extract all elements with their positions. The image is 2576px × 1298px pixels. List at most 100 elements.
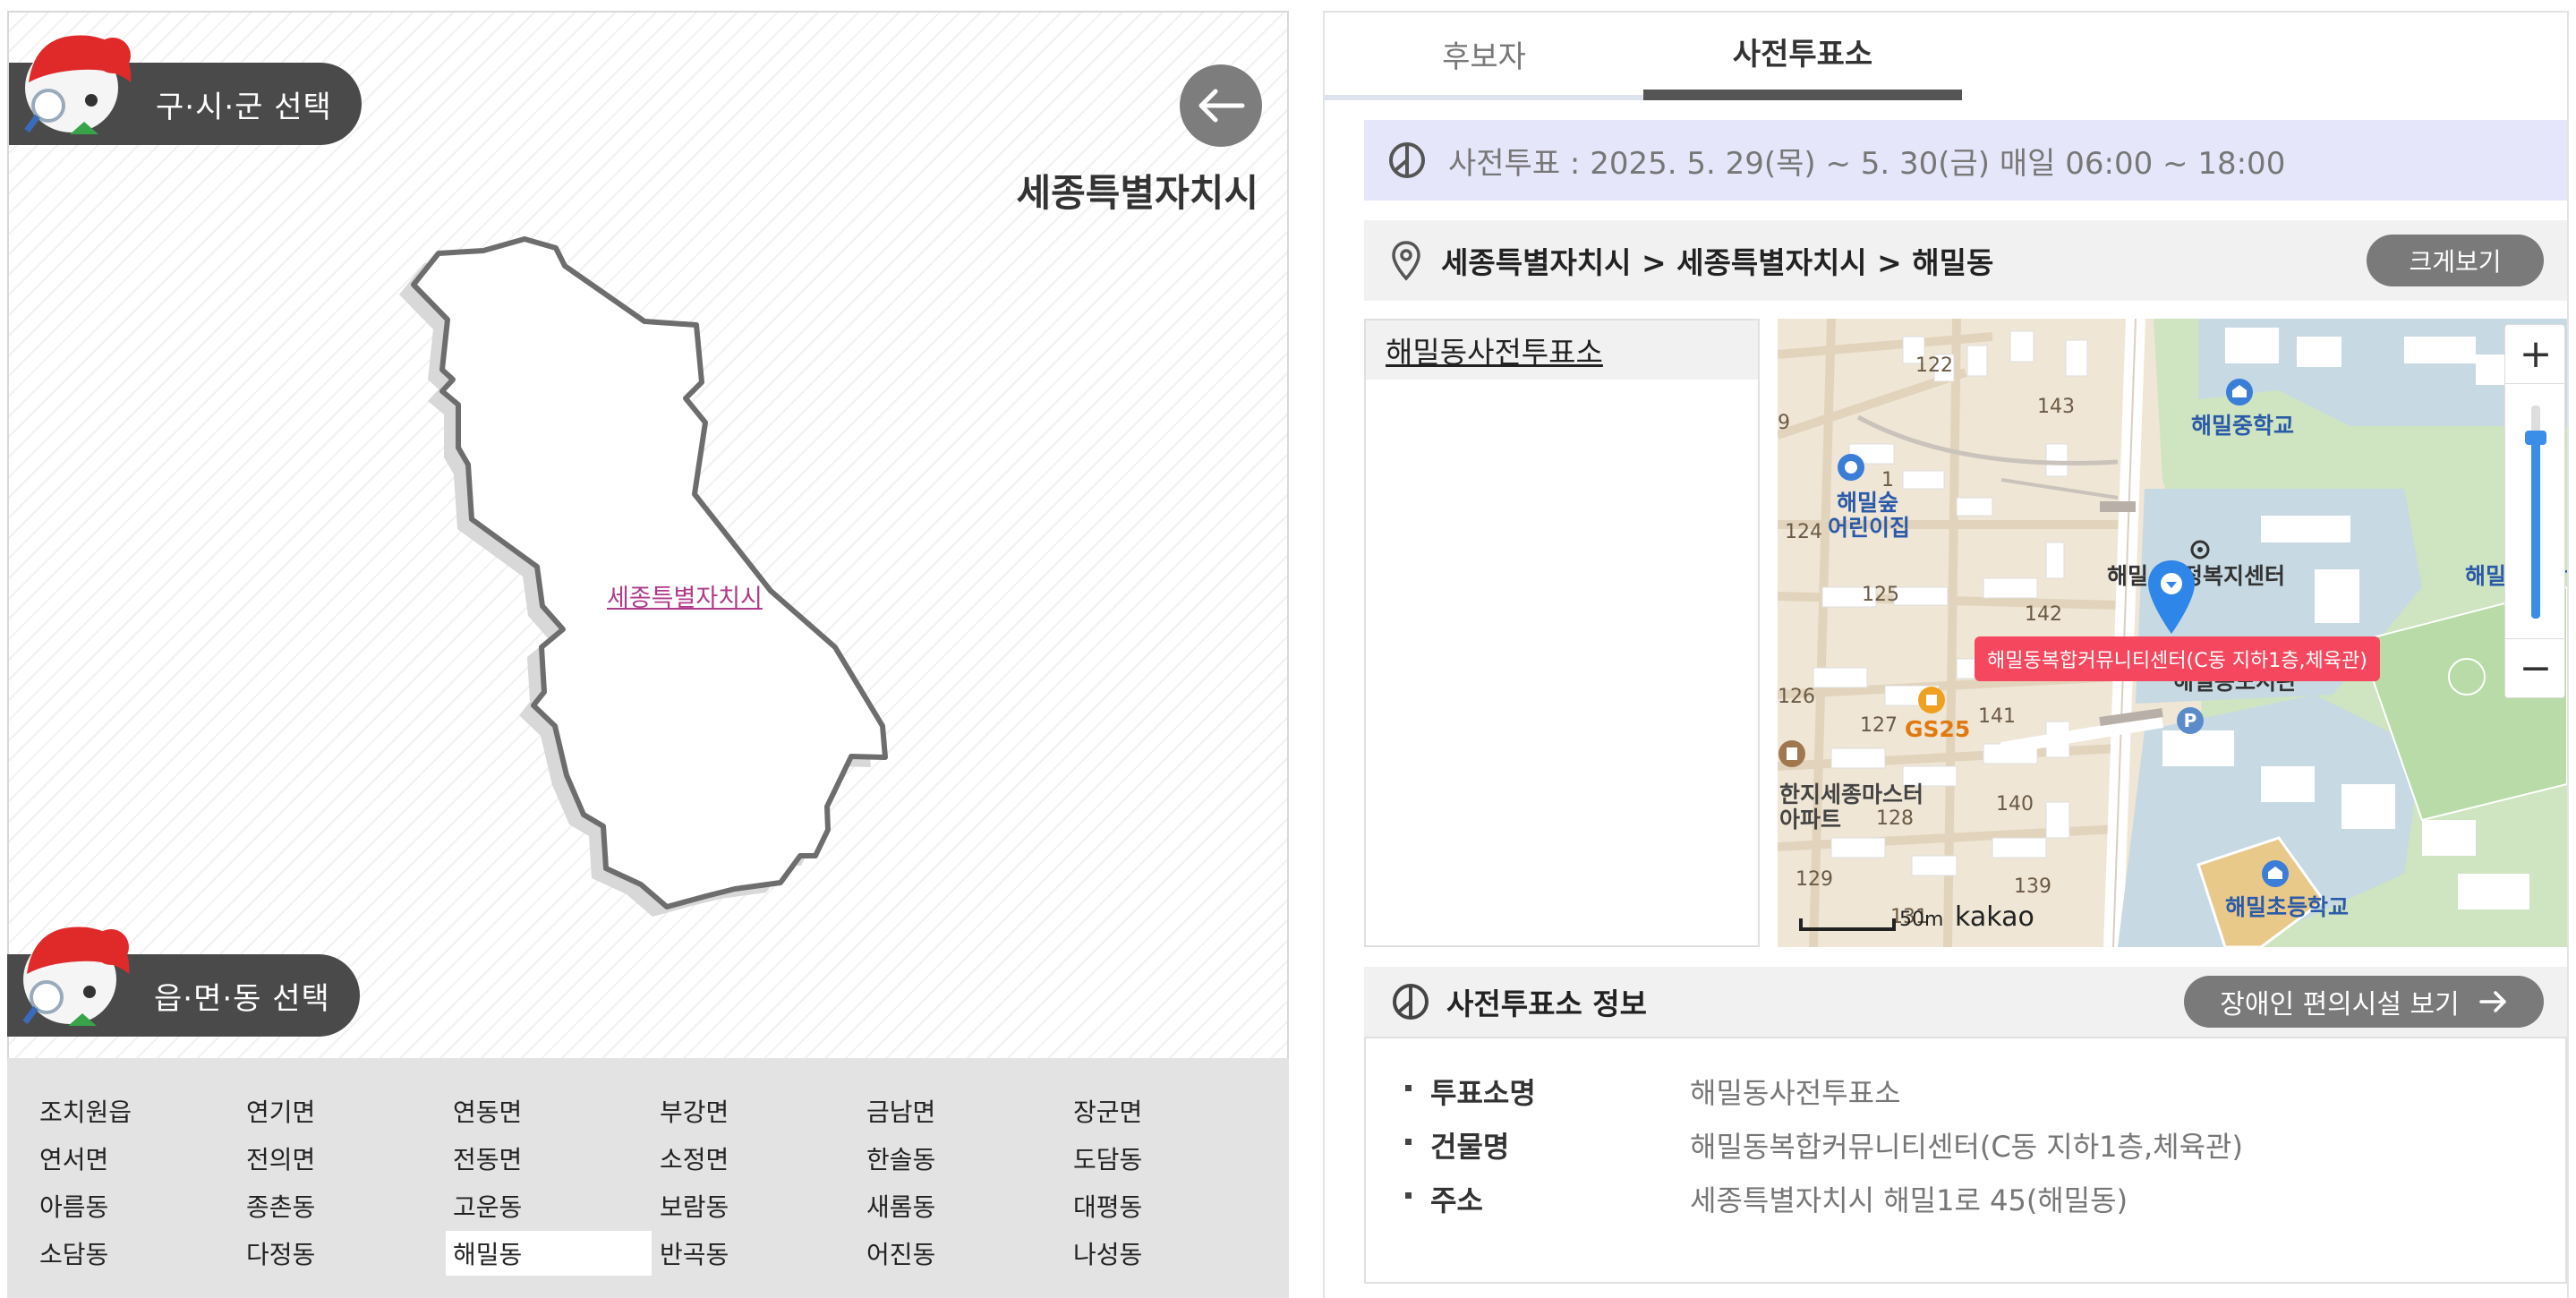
dong-item[interactable]: 해밀동 xyxy=(446,1231,652,1276)
dong-item[interactable]: 소정면 xyxy=(653,1136,858,1181)
map-pin-label[interactable]: 해밀동복합커뮤니티센터(C동 지하1층,체육관) xyxy=(1975,636,2380,681)
location-breadcrumb: 세종특별자치시 > 세종특별자치시 > 해밀동 xyxy=(1441,245,1994,280)
dong-item[interactable]: 아름동 xyxy=(32,1183,238,1228)
accessibility-button-label: 장애인 편의시설 보기 xyxy=(2220,989,2460,1020)
dong-item[interactable]: 나성동 xyxy=(1066,1231,1272,1276)
location-pin-icon xyxy=(1392,241,1420,281)
region-title: 세종특별자치시 xyxy=(1016,171,1258,215)
vote-mark-icon xyxy=(1393,984,1429,1020)
building-number: 127 xyxy=(1860,714,1898,737)
info-key: 주소 xyxy=(1430,1183,1483,1217)
bullet xyxy=(1405,1192,1412,1199)
dong-item[interactable]: 조치원읍 xyxy=(32,1089,238,1133)
public-office-icon xyxy=(2190,540,2210,559)
dong-item[interactable]: 전동면 xyxy=(446,1136,652,1181)
info-key: 건물명 xyxy=(1430,1130,1510,1164)
arrow-right-icon xyxy=(2478,991,2506,1012)
gu-select-label: 구·시·군 선택 xyxy=(156,89,332,125)
dong-item[interactable]: 소담동 xyxy=(32,1231,238,1276)
map-provider-logo: kakao xyxy=(1955,901,2034,933)
zoom-slider-handle[interactable] xyxy=(2525,431,2546,445)
station-info-table: 투표소명 해밀동사전투표소 건물명 해밀동복합커뮤니티센터(C동 지하1층,체육… xyxy=(1364,1037,2567,1284)
building-number: 129 xyxy=(1796,868,1833,891)
building-number: 122 xyxy=(1915,354,1953,377)
mascot-icon xyxy=(24,35,132,134)
daycare-icon xyxy=(1838,454,1864,481)
scale-bar xyxy=(1799,918,1896,931)
building-number: 128 xyxy=(1876,807,1914,830)
dong-item[interactable]: 연동면 xyxy=(446,1089,652,1133)
mascot-icon xyxy=(22,927,130,1026)
dong-item[interactable]: 한솔동 xyxy=(859,1136,1065,1181)
region-selector-panel: 세종특별자치시 구·시·군 선택 세종특별자치시 읍·면·동 선택 조치원읍 연… xyxy=(7,11,1289,1298)
building-number: 143 xyxy=(2037,396,2075,418)
zoom-in-button[interactable]: + xyxy=(2505,325,2566,384)
dong-item[interactable]: 연서면 xyxy=(32,1136,238,1181)
info-row: 건물명 해밀동복합커뮤니티센터(C동 지하1층,체육관) xyxy=(1366,1119,2565,1173)
kakao-map[interactable]: P 해밀중학교 해밀숲 어린이집 해밀 정복지센터 해밀고등학 해밀동도서관 G… xyxy=(1778,319,2567,947)
info-row: 주소 세종특별자치시 해밀1로 45(해밀동) xyxy=(1366,1173,2565,1226)
bullet xyxy=(1405,1085,1412,1091)
arrow-left-icon xyxy=(1198,89,1245,123)
map-label-daycare-2: 어린이집 xyxy=(1828,515,1911,541)
building-number: 126 xyxy=(1778,686,1815,708)
dong-select-label: 읍·면·동 선택 xyxy=(154,980,330,1017)
zoom-slider-fill xyxy=(2531,433,2540,619)
dong-item[interactable]: 보람동 xyxy=(653,1183,858,1228)
station-info-title: 사전투표소 정보 xyxy=(1446,986,1648,1021)
station-list-item[interactable]: 해밀동사전투표소 xyxy=(1366,320,1758,380)
map-label-gs25: GS25 xyxy=(1905,716,1971,742)
dong-item[interactable]: 새롬동 xyxy=(859,1183,1065,1228)
building-number: 125 xyxy=(1862,584,1899,606)
school-icon xyxy=(2226,379,2253,406)
dong-item[interactable]: 고운동 xyxy=(446,1183,652,1228)
dong-item[interactable]: 연기면 xyxy=(239,1089,445,1133)
back-button[interactable] xyxy=(1180,64,1262,147)
map-label-welfare-rest: 정복지센터 xyxy=(2182,563,2286,589)
dong-item[interactable]: 부강면 xyxy=(653,1089,858,1133)
tab-early-voting[interactable]: 사전투표소 xyxy=(1643,13,1962,100)
dong-item[interactable]: 금남면 xyxy=(859,1089,1065,1133)
dong-item[interactable]: 대평동 xyxy=(1066,1183,1272,1228)
scale-label: 50m xyxy=(1899,909,1944,931)
building-number: 139 xyxy=(2014,875,2051,898)
info-value: 해밀동사전투표소 xyxy=(1690,1076,1901,1110)
info-panel: 후보자 사전투표소 사전투표 : 2025. 5. 29(목) ~ 5. 30(… xyxy=(1323,11,2569,1298)
tab-candidates[interactable]: 후보자 xyxy=(1325,13,1643,100)
enlarge-map-button[interactable]: 크게보기 xyxy=(2367,235,2544,286)
parking-icon: P xyxy=(2177,707,2204,734)
station-info-header: 사전투표소 정보 장애인 편의시설 보기 xyxy=(1364,967,2567,1037)
dong-item[interactable]: 종촌동 xyxy=(239,1183,445,1228)
building-number: 9 xyxy=(1778,412,1790,434)
dong-list: 조치원읍 연기면 연동면 부강면 금남면 장군면연서면 전의면 전동면 소정면 한솔동 도담동아름동… xyxy=(7,1058,1289,1298)
early-vote-date-bar: 사전투표 : 2025. 5. 29(목) ~ 5. 30(금) 매일 06:0… xyxy=(1364,120,2567,201)
dong-item[interactable]: 전의면 xyxy=(239,1136,445,1181)
dong-item[interactable]: 어진동 xyxy=(859,1231,1065,1276)
zoom-out-button[interactable]: − xyxy=(2505,638,2566,697)
info-value: 세종특별자치시 해밀1로 45(해밀동) xyxy=(1690,1183,2128,1217)
dong-item[interactable]: 반곡동 xyxy=(653,1231,858,1276)
building-number: 1 xyxy=(1881,469,1894,491)
map-label-welfare: 해밀 xyxy=(2107,563,2149,589)
dong-item[interactable]: 장군면 xyxy=(1066,1089,1272,1133)
building-number: 140 xyxy=(1996,793,2034,816)
bullet xyxy=(1405,1139,1412,1145)
accessibility-button[interactable]: 장애인 편의시설 보기 xyxy=(2184,976,2544,1028)
map-label-elementary: 해밀초등학교 xyxy=(2225,894,2350,920)
dong-item[interactable]: 도담동 xyxy=(1066,1136,1272,1181)
convenience-store-icon xyxy=(1918,687,1945,713)
location-breadcrumb-bar: 세종특별자치시 > 세종특별자치시 > 해밀동 크게보기 xyxy=(1364,220,2567,301)
tab-bar: 후보자 사전투표소 xyxy=(1325,13,2571,100)
map-label-middle-school: 해밀중학교 xyxy=(2191,413,2295,439)
map-marker-icon[interactable] xyxy=(2146,559,2196,636)
zoom-control: + − xyxy=(2504,324,2566,698)
sejong-region-shape[interactable] xyxy=(411,236,888,909)
region-map-label[interactable]: 세종특별자치시 xyxy=(607,578,763,613)
info-value: 해밀동복합커뮤니티센터(C동 지하1층,체육관) xyxy=(1690,1130,2243,1164)
building-number: 141 xyxy=(1978,705,2016,728)
region-map-area: 세종특별자치시 구·시·군 선택 세종특별자치시 xyxy=(7,11,1289,1058)
info-row: 투표소명 해밀동사전투표소 xyxy=(1366,1065,2565,1119)
vote-mark-icon xyxy=(1389,142,1425,178)
apartment-icon xyxy=(1778,740,1805,767)
dong-item[interactable]: 다정동 xyxy=(239,1231,445,1276)
